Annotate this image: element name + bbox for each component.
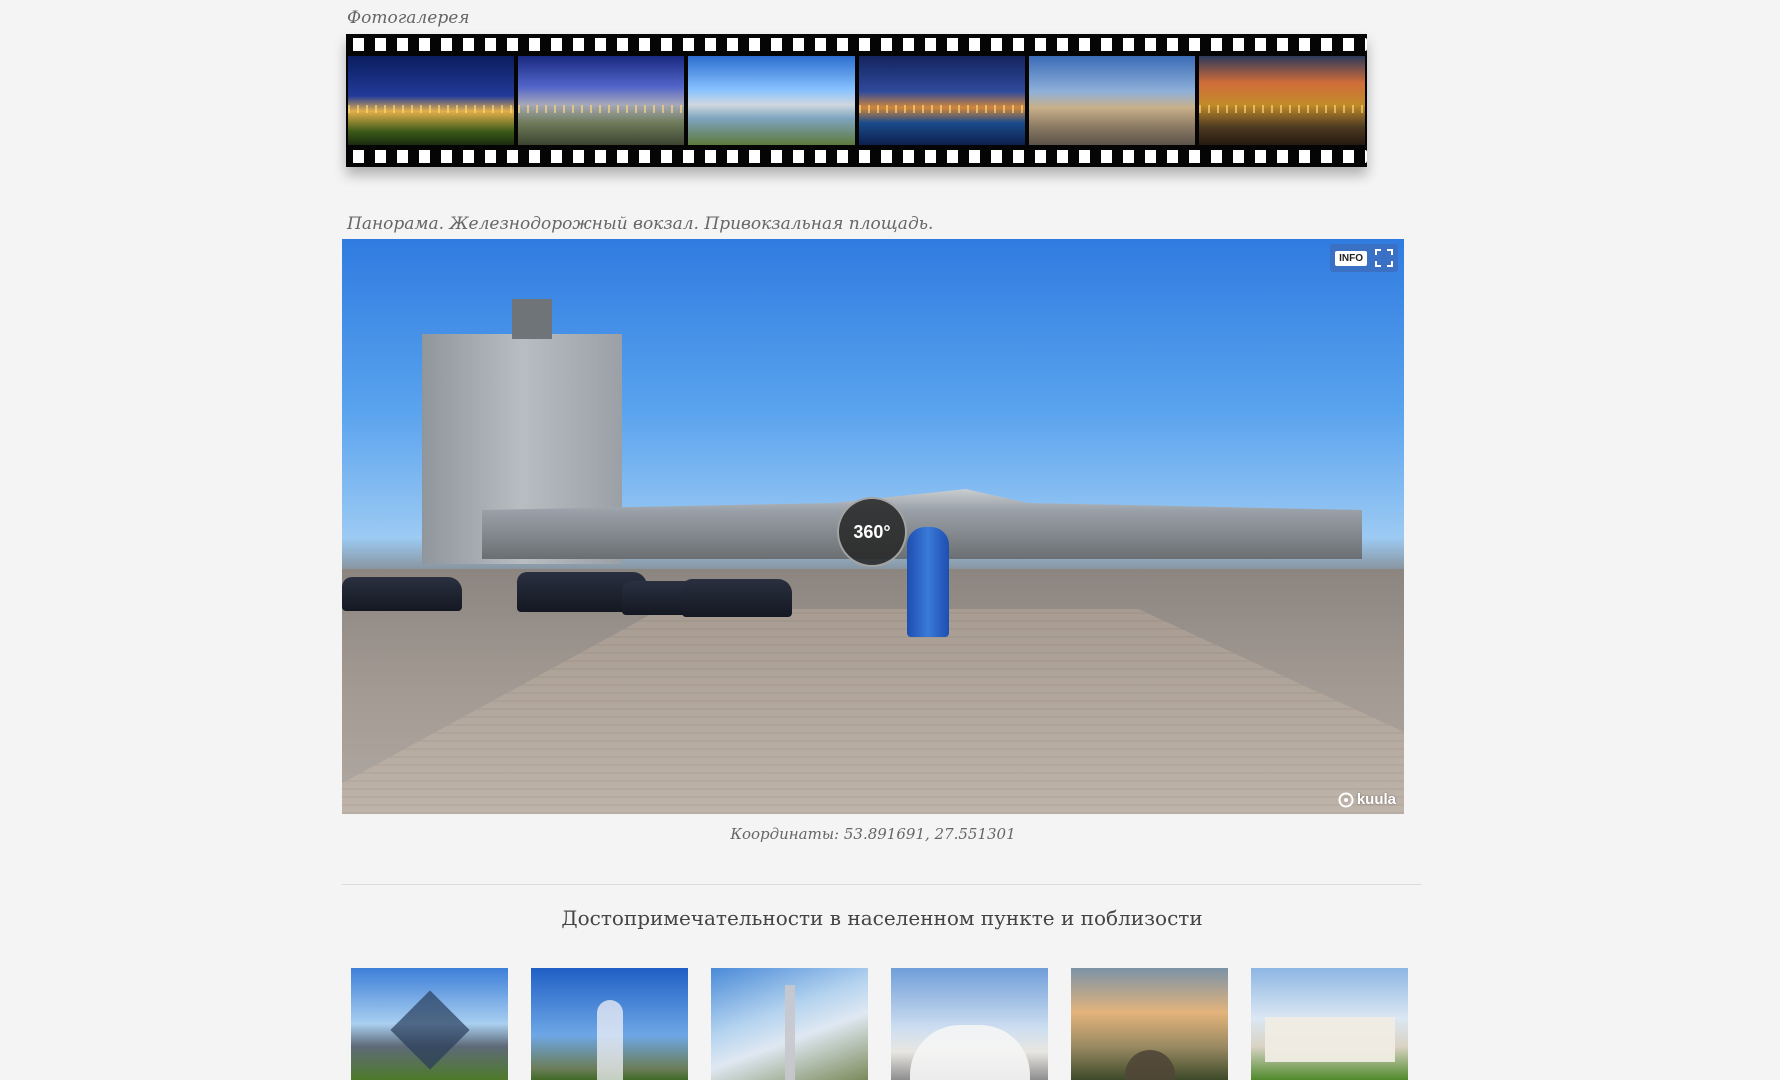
fullscreen-icon[interactable]	[1375, 249, 1393, 267]
attraction-thumbnail-3[interactable]	[711, 968, 868, 1080]
advertising-column	[907, 527, 949, 637]
attractions-title: Достопримечательности в населенном пункт…	[561, 906, 1203, 930]
kuula-logo[interactable]: kuula	[1338, 791, 1396, 808]
car	[342, 577, 462, 611]
attraction-thumbnail-5[interactable]	[1071, 968, 1228, 1080]
panorama-viewer[interactable]: 360° INFO kuula	[342, 239, 1404, 814]
info-button[interactable]: INFO	[1335, 250, 1367, 266]
attraction-thumbnail-1[interactable]	[351, 968, 508, 1080]
gallery-photo-1[interactable]	[348, 56, 515, 145]
panorama-controls: INFO	[1330, 244, 1398, 272]
gallery-photo-2[interactable]	[518, 56, 685, 145]
attractions-list	[351, 968, 1408, 1080]
coordinates: Координаты: 53.891691, 27.551301	[730, 825, 1016, 843]
gallery-caption: Фотогалерея	[347, 8, 470, 28]
attraction-thumbnail-2[interactable]	[531, 968, 688, 1080]
photo-gallery-filmstrip	[346, 34, 1367, 167]
gallery-photo-4[interactable]	[858, 56, 1025, 145]
film-perforations-bottom	[346, 150, 1367, 163]
gallery-photo-3[interactable]	[688, 56, 855, 145]
section-divider	[342, 884, 1422, 885]
panorama-360-button[interactable]: 360°	[837, 497, 907, 567]
hotel-tower	[512, 299, 552, 339]
kuula-icon	[1338, 792, 1354, 807]
kuula-brand-text: kuula	[1356, 791, 1396, 808]
film-perforations-top	[346, 38, 1367, 51]
panorama-caption: Панорама. Железнодорожный вокзал. Привок…	[347, 214, 934, 234]
car	[682, 579, 792, 617]
attraction-thumbnail-4[interactable]	[891, 968, 1048, 1080]
gallery-photo-6[interactable]	[1198, 56, 1366, 145]
attraction-thumbnail-6[interactable]	[1251, 968, 1408, 1080]
gallery-photo-5[interactable]	[1028, 56, 1195, 145]
